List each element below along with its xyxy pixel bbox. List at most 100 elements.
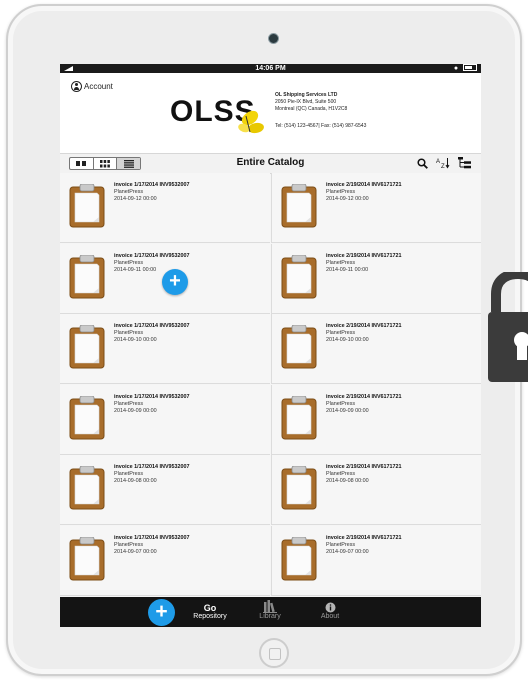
company-info: OL Shipping Services LTD 2050 Pie-IX Blv… xyxy=(275,92,366,130)
padlock-icon xyxy=(488,272,528,382)
document-date: 2014-09-10 00:00 xyxy=(114,337,157,344)
company-address-1: 2050 Pie-IX Blvd, Suite 500 xyxy=(275,99,337,105)
document-item[interactable]: invoice 1/17/2014 INV9532007 PlanetPress 2… xyxy=(60,314,270,385)
document-title: invoice 2/19/2014 INV6171721 xyxy=(326,535,402,541)
document-date: 2014-09-08 00:00 xyxy=(114,478,157,485)
toolbar-actions: A Z xyxy=(417,157,471,169)
document-item[interactable]: invoice 1/17/2014 INV9532007 PlanetPress 2… xyxy=(60,384,270,455)
clipboard-icon xyxy=(69,465,105,515)
document-date: 2014-09-08 00:00 xyxy=(326,478,369,485)
catalog-toolbar: Entire Catalog A Z xyxy=(60,153,481,174)
document-title: invoice 1/17/2014 INV9532007 xyxy=(114,252,190,259)
document-item[interactable]: invoice 1/17/2014 INV9532007 PlanetPress 2… xyxy=(60,173,270,243)
clipboard-icon xyxy=(69,395,105,445)
document-source: PlanetPress xyxy=(114,330,144,337)
account-label: Account xyxy=(84,82,113,91)
company-address-2: Montreal (QC) Canada, H1V2C8 xyxy=(275,106,348,112)
clipboard-icon xyxy=(281,395,317,445)
hierarchy-icon[interactable] xyxy=(458,157,471,169)
document-source: PlanetPress xyxy=(114,471,144,478)
app-header: Account OLSS OL Shipping Services LTD 20… xyxy=(60,73,481,153)
document-source: PlanetPress xyxy=(326,189,356,195)
document-info: invoice 1/17/2014 INV9532007 PlanetPress 2… xyxy=(114,323,190,344)
info-icon xyxy=(325,602,335,613)
bottom-tab-bar: + Go Repository Library About xyxy=(60,597,481,627)
document-date: 2014-09-09 00:00 xyxy=(114,407,157,414)
battery-icon xyxy=(463,64,477,71)
company-name: OL Shipping Services LTD xyxy=(275,92,338,98)
search-icon[interactable] xyxy=(417,157,428,169)
svg-text:Z: Z xyxy=(441,164,445,169)
document-source: PlanetPress xyxy=(114,189,144,195)
document-title: invoice 1/17/2014 INV9532007 xyxy=(114,393,190,400)
document-date: 2014-09-12 00:00 xyxy=(326,196,369,202)
tab-about[interactable]: About xyxy=(300,600,360,620)
clipboard-icon xyxy=(281,536,317,586)
tab-repository[interactable]: Go Repository xyxy=(180,600,240,620)
document-date: 2014-09-11 00:00 xyxy=(326,266,369,273)
document-title: invoice 2/19/2014 INV6171721 xyxy=(326,393,402,400)
document-date: 2014-09-07 00:00 xyxy=(326,549,369,555)
clipboard-icon xyxy=(281,183,317,233)
document-info: invoice 2/19/2014 INV6171721 PlanetPress 2… xyxy=(326,535,402,556)
svg-text:A: A xyxy=(436,159,440,165)
clipboard-icon xyxy=(69,254,105,304)
document-source: PlanetPress xyxy=(326,259,356,266)
document-date: 2014-09-10 00:00 xyxy=(326,337,369,344)
clipboard-icon xyxy=(69,324,105,374)
document-title: invoice 2/19/2014 INV6171721 xyxy=(326,252,402,259)
tab-library[interactable]: Library xyxy=(240,600,300,620)
document-info: invoice 2/19/2014 INV6171721 PlanetPress 2… xyxy=(326,464,402,485)
document-info: invoice 1/17/2014 INV9532007 PlanetPress 2… xyxy=(114,464,190,485)
document-item[interactable]: invoice 2/19/2014 INV6171721 PlanetPress 2… xyxy=(271,243,481,314)
document-item[interactable]: invoice 2/19/2014 INV6171721 PlanetPress 2… xyxy=(271,526,481,596)
status-right: ● xyxy=(454,64,477,73)
document-info: invoice 2/19/2014 INV6171721 PlanetPress 2… xyxy=(326,253,402,274)
document-info: invoice 1/17/2014 INV9532007 PlanetPress 2… xyxy=(114,394,190,415)
document-title: invoice 2/19/2014 INV6171721 xyxy=(326,182,402,188)
document-item[interactable]: invoice 2/19/2014 INV6171721 PlanetPress 2… xyxy=(271,384,481,455)
document-info: invoice 2/19/2014 INV6171721 PlanetPress 2… xyxy=(326,182,402,203)
status-time: 14:06 PM xyxy=(255,65,286,72)
document-source: PlanetPress xyxy=(114,542,144,548)
lock-rotation-icon: ● xyxy=(453,65,459,72)
document-title: invoice 1/17/2014 INV9532007 xyxy=(114,535,190,541)
document-item[interactable]: invoice 2/19/2014 INV6171721 PlanetPress 2… xyxy=(271,173,481,243)
document-title: invoice 2/19/2014 INV6171721 xyxy=(326,323,402,330)
go-label: Go xyxy=(203,603,217,613)
tab-label-about: About xyxy=(320,613,340,620)
document-title: invoice 1/17/2014 INV9532007 xyxy=(114,323,190,330)
document-title: invoice 1/17/2014 INV9532007 xyxy=(114,182,190,188)
tab-label-repository: Repository xyxy=(193,613,227,620)
document-info: invoice 1/17/2014 INV9532007 PlanetPress 2… xyxy=(114,535,190,556)
document-source: PlanetPress xyxy=(326,542,356,548)
document-source: PlanetPress xyxy=(114,259,144,266)
account-button[interactable]: Account xyxy=(71,81,113,92)
front-camera xyxy=(268,33,279,44)
home-button[interactable] xyxy=(259,638,289,668)
document-item[interactable]: invoice 1/17/2014 INV9532007 PlanetPress 2… xyxy=(60,455,270,526)
add-button[interactable]: + xyxy=(148,599,175,626)
status-bar: 14:06 PM ● xyxy=(60,64,481,73)
app-screen: 14:06 PM ● Account OLSS OL Shipping Serv… xyxy=(60,64,481,627)
clipboard-icon xyxy=(281,254,317,304)
library-icon xyxy=(263,600,277,613)
company-logo: OLSS xyxy=(170,95,264,134)
document-item[interactable]: invoice 2/19/2014 INV6171721 PlanetPress 2… xyxy=(271,455,481,526)
document-item[interactable]: invoice 2/19/2014 INV6171721 PlanetPress 2… xyxy=(271,314,481,385)
document-source: PlanetPress xyxy=(326,471,356,478)
document-source: PlanetPress xyxy=(326,330,356,337)
document-info: invoice 2/19/2014 INV6171721 PlanetPress 2… xyxy=(326,323,402,344)
document-title: invoice 2/19/2014 INV6171721 xyxy=(326,464,402,471)
document-date: 2014-09-07 00:00 xyxy=(114,549,157,555)
tab-label-library: Library xyxy=(259,613,281,620)
clipboard-icon xyxy=(69,183,105,233)
document-info: invoice 2/19/2014 INV6171721 PlanetPress 2… xyxy=(326,394,402,415)
document-date: 2014-09-12 00:00 xyxy=(114,196,157,202)
document-source: PlanetPress xyxy=(114,400,144,407)
add-document-button[interactable]: + xyxy=(162,269,188,295)
clipboard-icon xyxy=(281,324,317,374)
company-contact: Tel: (514) 123-4567| Fax: (514) 987-6543 xyxy=(275,123,367,129)
document-item[interactable]: invoice 1/17/2014 INV9532007 PlanetPress 2… xyxy=(60,526,270,596)
sort-az-icon[interactable]: A Z xyxy=(436,157,450,169)
